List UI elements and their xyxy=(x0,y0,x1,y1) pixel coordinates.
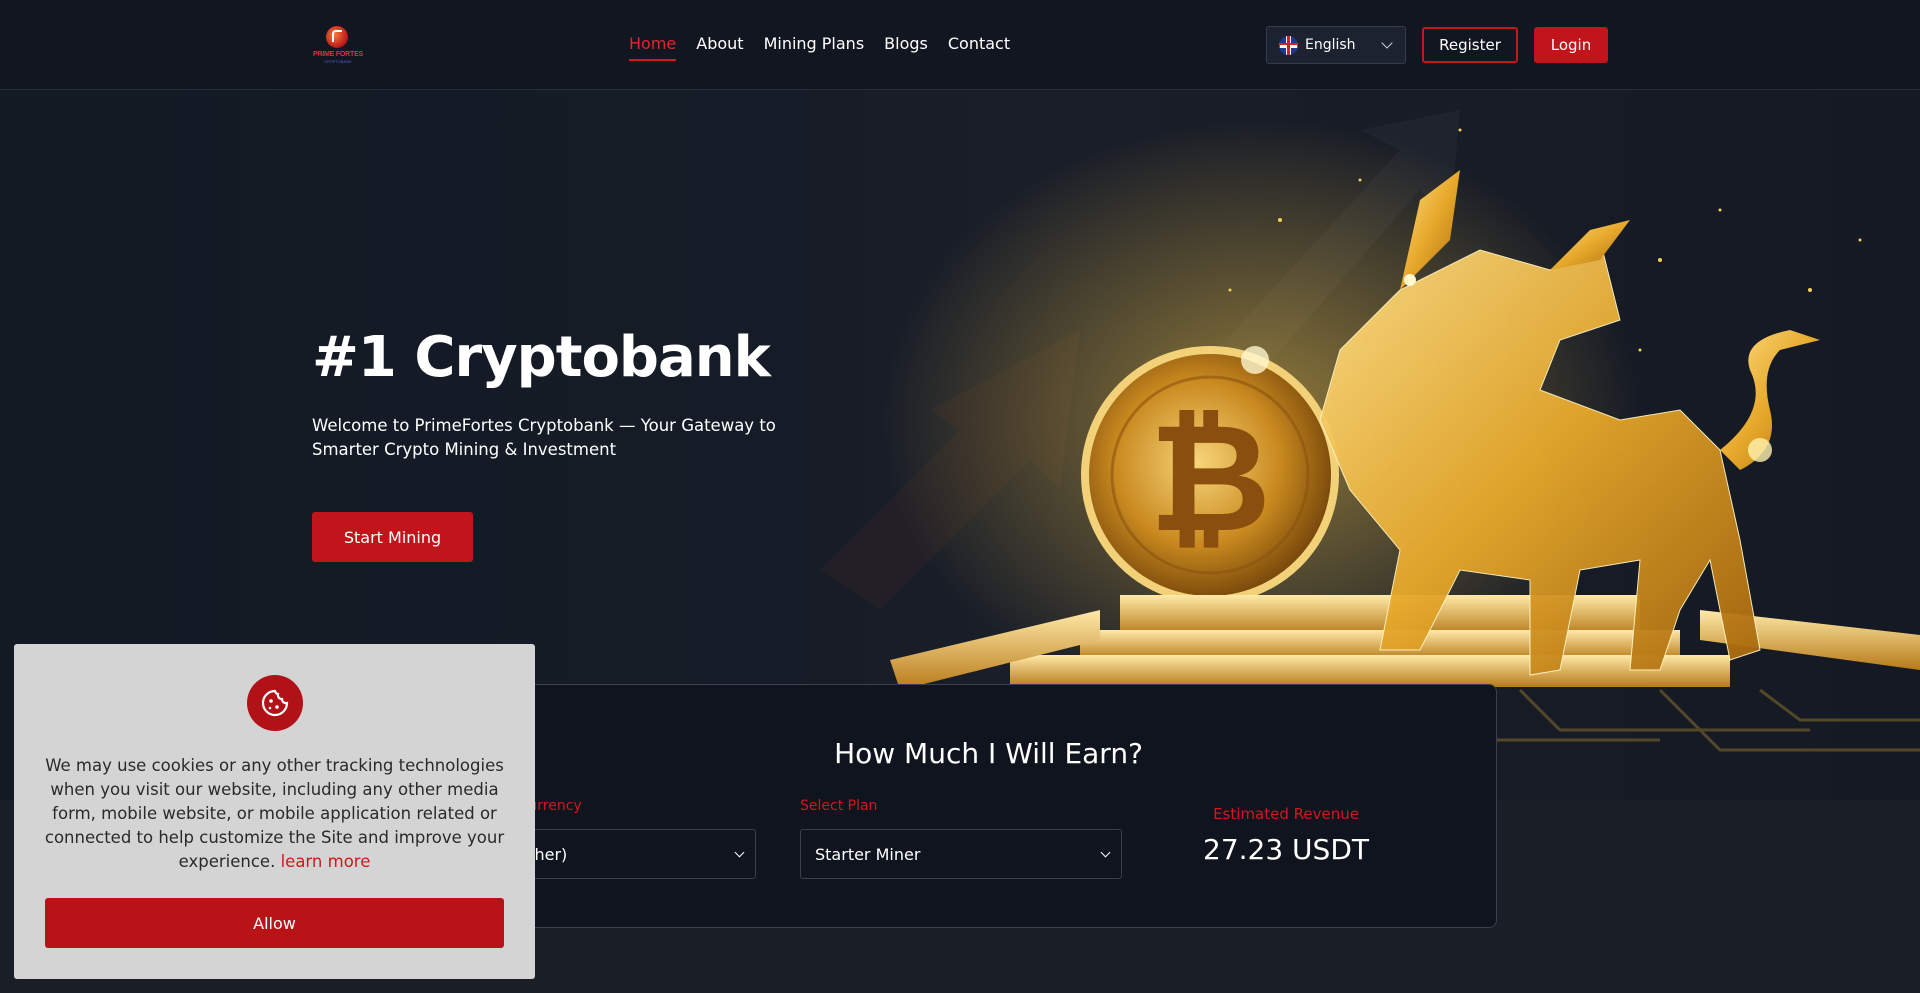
plan-select[interactable]: Starter Miner xyxy=(800,829,1122,879)
uk-flag-icon xyxy=(1279,35,1298,55)
earnings-calculator: How Much I Will Earn? Select Currency US… xyxy=(441,684,1497,928)
nav-blogs[interactable]: Blogs xyxy=(884,34,928,61)
chevron-down-icon xyxy=(734,847,745,858)
main-nav: Home About Mining Plans Blogs Contact xyxy=(629,34,1010,61)
cookie-message: We may use cookies or any other tracking… xyxy=(44,756,505,871)
plan-value: Starter Miner xyxy=(815,844,921,864)
site-header: PRIME FORTES CRYPTOBANK Home About Minin… xyxy=(0,0,1920,90)
revenue-label: Estimated Revenue xyxy=(1213,805,1359,823)
hero-title: #1 Cryptobank xyxy=(312,325,771,390)
cookie-text: We may use cookies or any other tracking… xyxy=(44,754,505,874)
revenue-value: 27.23 USDT xyxy=(1203,833,1369,866)
language-select[interactable]: English xyxy=(1266,26,1406,64)
svg-text:₿: ₿ xyxy=(1149,392,1271,566)
learn-more-link[interactable]: learn more xyxy=(281,852,371,871)
chevron-down-icon xyxy=(1100,847,1111,858)
plan-label: Select Plan xyxy=(800,798,878,814)
logo-subtext: CRYPTOBANK xyxy=(324,59,352,64)
hero-subtitle: Welcome to PrimeFortes Cryptobank — Your… xyxy=(312,416,776,459)
nav-mining-plans[interactable]: Mining Plans xyxy=(764,34,865,61)
earnings-title: How Much I Will Earn? xyxy=(834,737,1143,770)
allow-cookies-button[interactable]: Allow xyxy=(45,898,504,948)
logo-mark-icon xyxy=(326,26,348,48)
nav-home[interactable]: Home xyxy=(629,34,677,61)
start-mining-button[interactable]: Start Mining xyxy=(312,512,473,562)
chevron-down-icon xyxy=(1381,37,1393,49)
site-logo[interactable]: PRIME FORTES CRYPTOBANK xyxy=(312,24,364,66)
logo-text: PRIME FORTES xyxy=(312,51,364,58)
cookie-icon xyxy=(247,675,303,731)
language-label: English xyxy=(1305,37,1356,53)
cookie-consent: We may use cookies or any other tracking… xyxy=(14,644,535,979)
login-button[interactable]: Login xyxy=(1534,27,1608,63)
nav-contact[interactable]: Contact xyxy=(948,34,1010,61)
nav-about[interactable]: About xyxy=(696,34,743,61)
register-button[interactable]: Register xyxy=(1422,27,1518,63)
